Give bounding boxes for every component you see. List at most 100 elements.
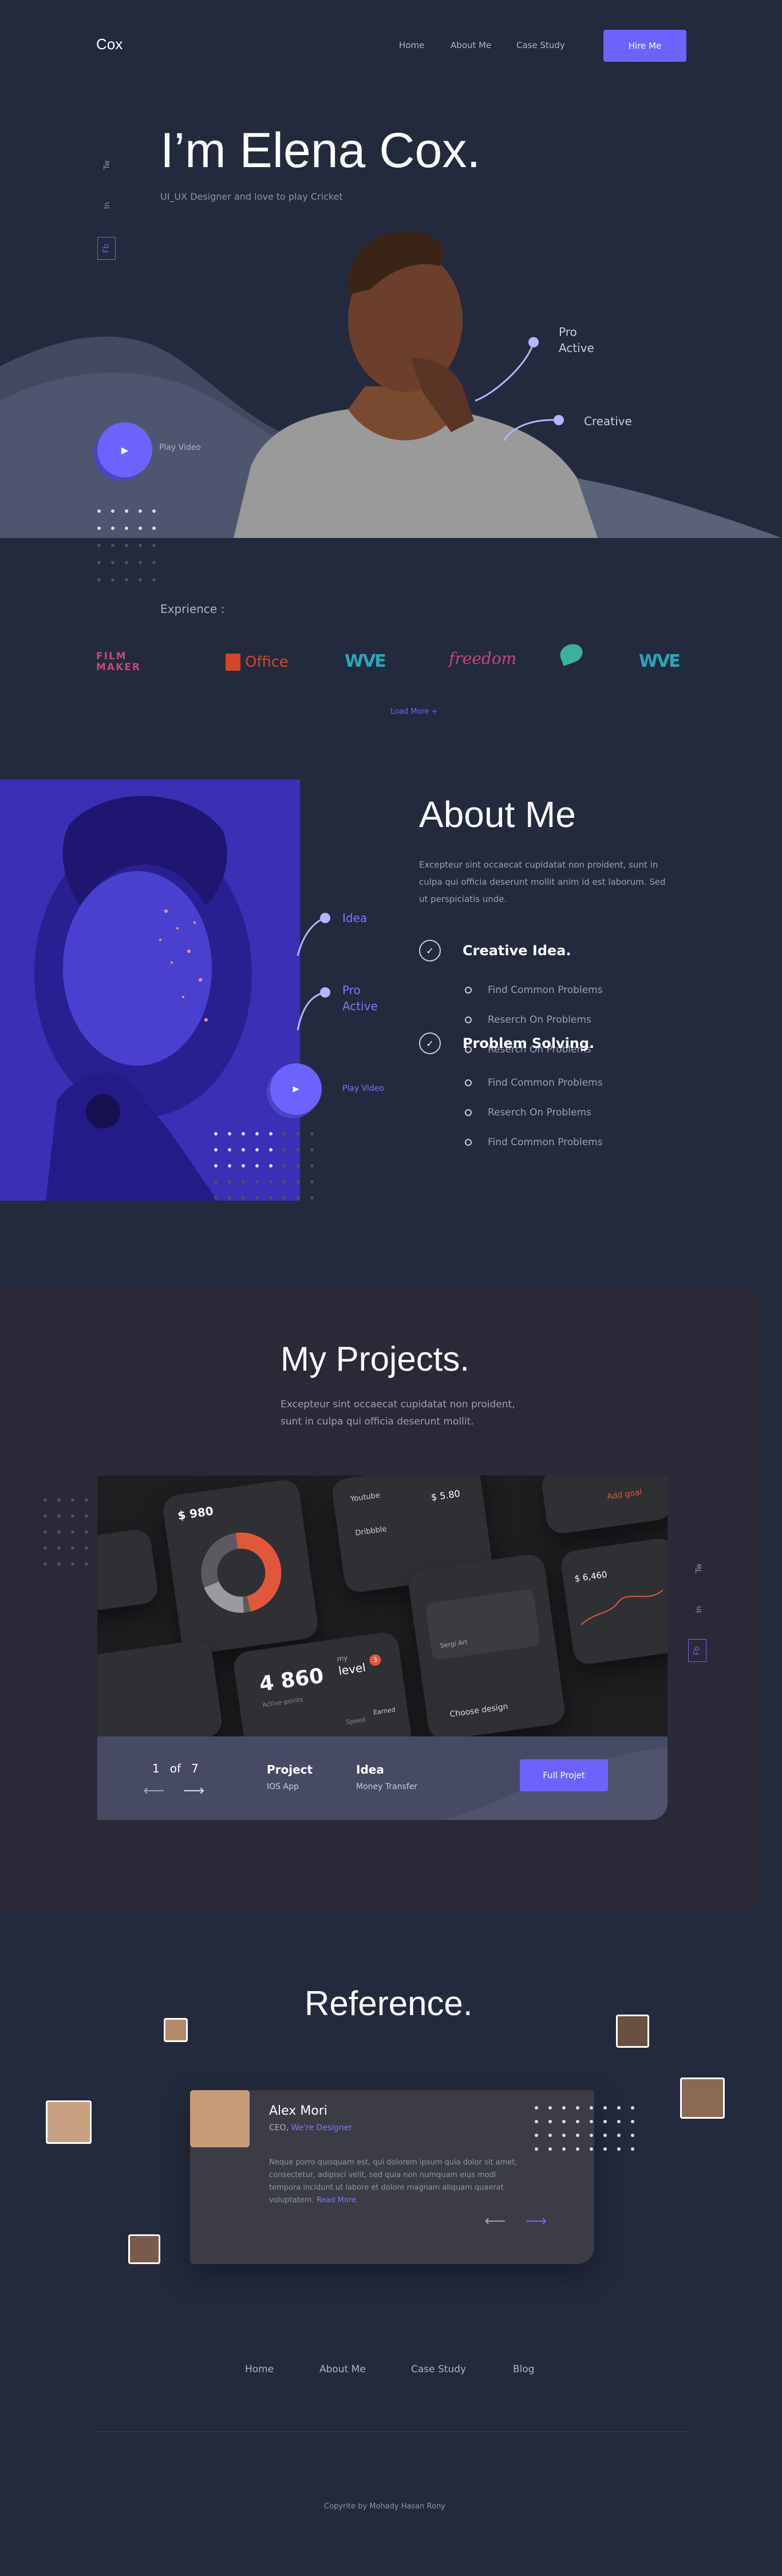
logo-maker-text: MAKER (96, 661, 141, 673)
testimonial-quote: Neque porro quisquam est, qui dolorem ip… (269, 2156, 521, 2207)
logo-freedom: freedom (449, 649, 517, 668)
hero-subtitle: UI_UX Designer and love to play Cricket (160, 191, 343, 202)
donut-chart-icon (201, 1532, 282, 1613)
nav-case-study[interactable]: Case Study (516, 40, 565, 50)
hero-callout-creative: Creative (584, 414, 632, 428)
testimonial-company-link[interactable]: We're Designer (291, 2123, 353, 2132)
testimonial-avatar (190, 2090, 250, 2147)
mockup-dribbble: Dribbble (354, 1525, 388, 1538)
hero-callout-pro-line2: Active (559, 341, 594, 355)
line-chart-icon (580, 1589, 663, 1625)
footer-nav-about[interactable]: About Me (319, 2364, 366, 2375)
idea-value: Money Transfer (356, 1782, 418, 1791)
pager-total: 7 (191, 1762, 199, 1775)
pager-current: 1 (152, 1762, 160, 1775)
hero-play-button[interactable]: ▶ (97, 422, 152, 477)
logo-wave: WVE (345, 651, 386, 671)
project-mockup: $ 980 Youtube $ 5.80 Dribbble Add goal $… (97, 1475, 668, 1736)
projects-text-2: sunt in culpa qui officia deserunt molli… (281, 1416, 474, 1427)
projects-social-fb[interactable]: Fb (688, 1639, 706, 1662)
hero-social-tw[interactable]: Tw (103, 160, 112, 169)
testimonial-card: Alex Mori CEO, We're Designer Neque porr… (190, 2090, 594, 2264)
bullet-icon (465, 1139, 472, 1146)
bullet-icon (465, 1016, 472, 1023)
mockup-card-small-1 (97, 1528, 160, 1612)
logo-film-maker: FILM MAKER (96, 651, 141, 672)
logo-office-text: Office (245, 654, 289, 671)
projects-section: My Projects. Excepteur sint occaecat cup… (0, 1290, 761, 1908)
testimonial-name: Alex Mori (269, 2104, 327, 2118)
hero-dot-grid (97, 509, 156, 581)
play-icon: ▶ (293, 1085, 299, 1094)
about-play-button[interactable]: ▶ (270, 1063, 322, 1115)
about-play-label[interactable]: Play Video (342, 1084, 384, 1093)
play-icon: ▶ (121, 444, 129, 456)
avatar-small-1 (164, 2018, 188, 2042)
about-group-title: Problem Solving. (463, 1035, 595, 1051)
about-callout-pro: Pro Active (342, 982, 378, 1014)
about-callout-idea: Idea (342, 911, 368, 925)
hero-title: I’m Elena Cox. (160, 123, 481, 178)
pager-next-arrow-icon[interactable]: ⟶ (183, 1782, 204, 1799)
logo[interactable]: Cox (96, 35, 123, 53)
footer-nav-blog[interactable]: Blog (513, 2364, 535, 2375)
reference-title: Reference. (305, 1984, 473, 2023)
list-item: Reserch On Problems (465, 1014, 682, 1026)
hire-me-button[interactable]: Hire Me (603, 30, 686, 62)
project-info-bar: 1 of 7 ⟵ ⟶ Project IOS App Idea Money Tr… (97, 1736, 668, 1820)
testimonial-prev-arrow-icon[interactable]: ⟵ (484, 2213, 505, 2230)
mockup-level: level (337, 1660, 367, 1678)
mockup-big-sub: Active points (262, 1695, 303, 1709)
bullet-icon (465, 1109, 472, 1116)
read-more-link[interactable]: Read More. (317, 2196, 358, 2205)
bullet-icon (465, 987, 472, 994)
hero-callout-pro-line1: Pro (559, 325, 577, 339)
projects-title: My Projects. (281, 1340, 470, 1378)
about-group-title: Creative Idea. (463, 943, 571, 959)
pager: 1 of 7 (152, 1762, 199, 1775)
mockup-card-level: 4 860 Active points my level 3 Speed Ear… (232, 1630, 415, 1736)
hero-social-in[interactable]: In (103, 202, 112, 209)
mockup-big-number: 4 860 (258, 1664, 325, 1696)
about-text: Excepteur sint occaecat cupidatat non pr… (419, 860, 666, 904)
pager-prev-arrow-icon[interactable]: ⟵ (143, 1782, 164, 1799)
testimonial-quote-text: Neque porro quisquam est, qui dolorem ip… (269, 2158, 518, 2205)
mockup-my: my (336, 1653, 349, 1663)
mockup-add-goal: Add goal (606, 1487, 643, 1502)
full-project-button[interactable]: Full Projet (520, 1759, 608, 1791)
about-dot-grid (214, 1132, 314, 1200)
office-icon (226, 654, 240, 671)
about-callout-pro-line2: Active (342, 999, 378, 1013)
mockup-level-badge: 3 (369, 1653, 382, 1667)
project-label: Project (267, 1763, 313, 1776)
logo-office: Office (226, 654, 289, 671)
logo-film-text: FILM (96, 651, 127, 662)
projects-social-tw[interactable]: Tw (695, 1564, 704, 1573)
projects-social-in[interactable]: In (695, 1606, 704, 1613)
bullet-icon (465, 1079, 472, 1086)
mockup-youtube: Youtube (350, 1491, 381, 1504)
hero-callout-lines (475, 337, 564, 441)
check-icon: ✓ (419, 1032, 441, 1054)
mockup-choose: Choose design (449, 1701, 509, 1720)
list-item: Find Common Problems (465, 1137, 682, 1148)
check-icon: ✓ (419, 940, 441, 961)
reference-dot-grid (535, 2106, 634, 2151)
footer-nav-home[interactable]: Home (245, 2364, 274, 2375)
pager-of: of (169, 1762, 181, 1775)
project-value: IOS App (267, 1782, 299, 1791)
footer-nav-case-study[interactable]: Case Study (411, 2364, 466, 2375)
projects-text-1: Excepteur sint occaecat cupidatat non pr… (281, 1399, 515, 1410)
mockup-card-small-2 (97, 1638, 224, 1736)
mockup-card-donut: $ 980 (161, 1478, 320, 1656)
mockup-amount: $ 980 (176, 1503, 215, 1523)
load-more-link[interactable]: Load More + (390, 707, 438, 716)
nav-home[interactable]: Home (399, 40, 424, 50)
nav-about[interactable]: About Me (451, 40, 491, 50)
list-item: Find Common Problems (465, 984, 682, 996)
hero-social-fb[interactable]: Fb (97, 237, 116, 260)
testimonial-next-arrow-icon[interactable]: ⟶ (526, 2213, 547, 2230)
mockup-card-chart: $ 6,460 (559, 1537, 668, 1666)
hero-play-label[interactable]: Play Video (159, 443, 201, 452)
about-callout-lines (297, 913, 330, 1031)
